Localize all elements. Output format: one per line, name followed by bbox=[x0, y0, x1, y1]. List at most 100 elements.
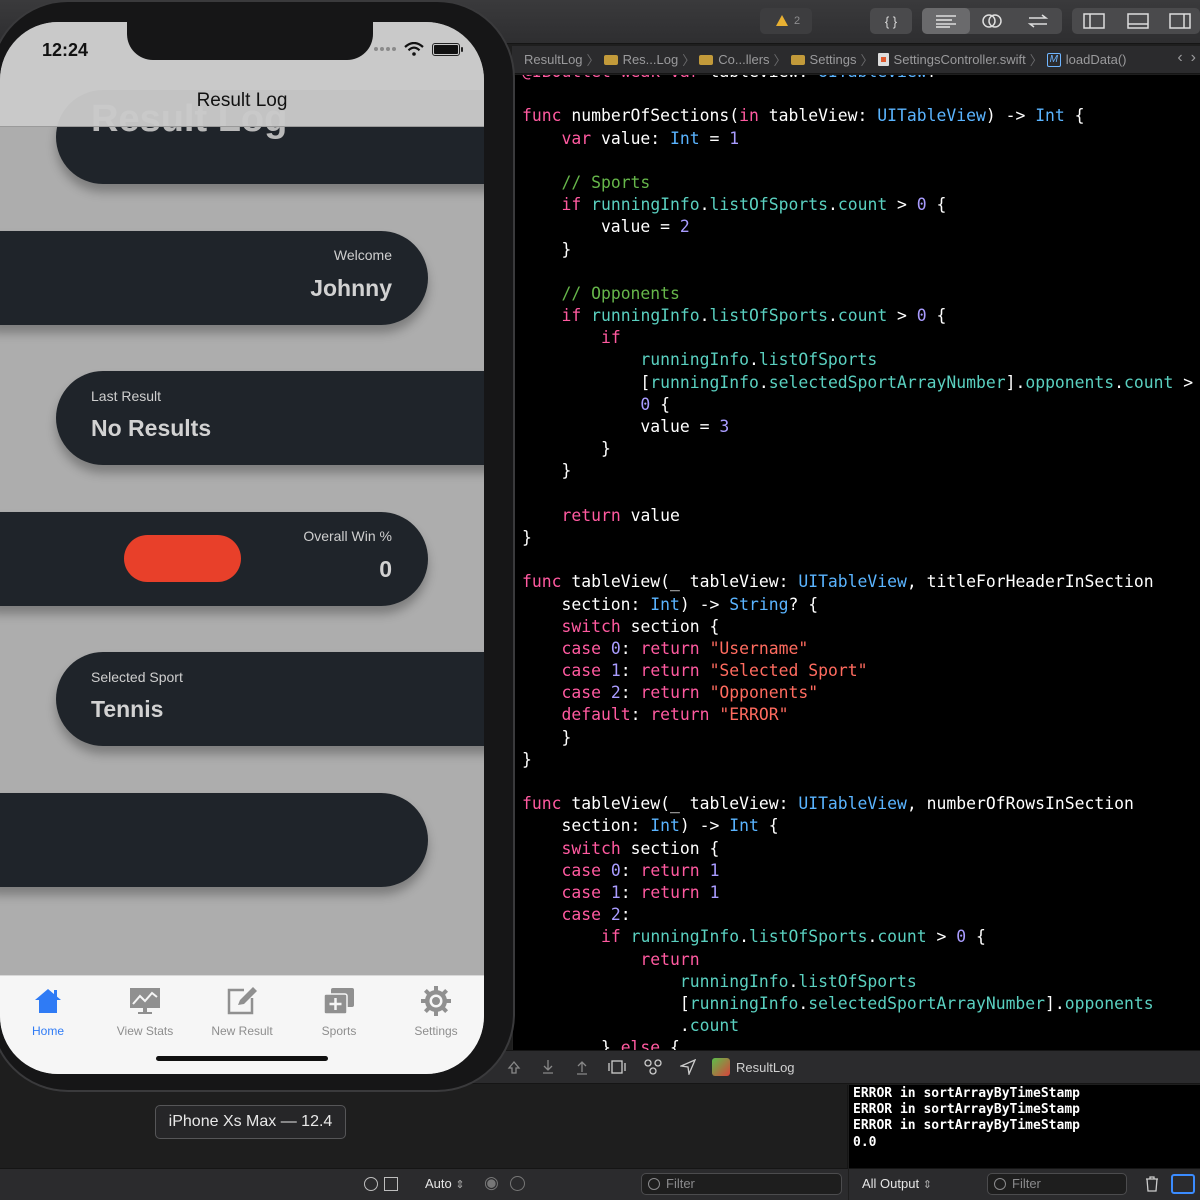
code-line[interactable]: } bbox=[522, 239, 1193, 261]
navigator-toggle-icon[interactable] bbox=[1072, 8, 1116, 34]
last-result-card[interactable]: Last Result No Results bbox=[56, 371, 484, 465]
code-line[interactable]: case 1: return 1 bbox=[522, 882, 1193, 904]
source-code[interactable]: @IBOutlet weak var tableView: UITableVie… bbox=[522, 75, 1193, 1050]
console-filter-input[interactable]: Filter bbox=[987, 1173, 1127, 1195]
chevron-right-icon[interactable]: › bbox=[1191, 49, 1196, 67]
view-debugger-icon[interactable] bbox=[608, 1059, 626, 1075]
sport-label: Selected Sport bbox=[91, 669, 183, 685]
code-line[interactable]: } bbox=[522, 438, 1193, 460]
jump-bar: ResultLog 〉 Res...Log 〉 Co...llers 〉 Set… bbox=[512, 46, 1200, 74]
code-line[interactable]: default: return "ERROR" bbox=[522, 704, 1193, 726]
tab-view-stats[interactable]: View Stats bbox=[97, 984, 193, 1038]
code-line[interactable] bbox=[522, 261, 1193, 283]
jump-bar-group-settings[interactable]: Settings bbox=[790, 52, 857, 67]
code-line[interactable]: [runningInfo.selectedSportArrayNumber].o… bbox=[522, 372, 1193, 394]
debug-target[interactable]: ResultLog bbox=[712, 1058, 795, 1076]
code-line[interactable]: func tableView(_ tableView: UITableView,… bbox=[522, 571, 1193, 593]
code-line[interactable] bbox=[522, 483, 1193, 505]
location-icon[interactable] bbox=[680, 1059, 696, 1075]
code-line[interactable]: if runningInfo.listOfSports.count > 0 { bbox=[522, 194, 1193, 216]
code-line[interactable]: var value: Int = 1 bbox=[522, 128, 1193, 150]
code-line[interactable] bbox=[522, 771, 1193, 793]
code-line[interactable]: if runningInfo.listOfSports.count > 0 { bbox=[522, 305, 1193, 327]
trash-icon[interactable] bbox=[1145, 1176, 1159, 1192]
chevron-left-icon[interactable]: ‹ bbox=[1177, 49, 1182, 67]
code-line[interactable] bbox=[522, 150, 1193, 172]
code-line[interactable] bbox=[522, 83, 1193, 105]
win-percentage-card[interactable]: Overall Win % 0 bbox=[0, 512, 428, 606]
code-line[interactable]: section: Int) -> Int { bbox=[522, 815, 1193, 837]
code-line[interactable]: func numberOfSections(in tableView: UITa… bbox=[522, 105, 1193, 127]
tab-sports[interactable]: Sports bbox=[291, 984, 387, 1038]
clock-icon[interactable] bbox=[364, 1177, 378, 1191]
code-line[interactable]: func tableView(_ tableView: UITableView,… bbox=[522, 793, 1193, 815]
step-into-icon[interactable] bbox=[540, 1059, 556, 1075]
eye-icon[interactable]: ◉ bbox=[484, 1173, 499, 1193]
library-button[interactable]: { } bbox=[870, 8, 912, 34]
jump-bar-label: Settings bbox=[809, 52, 857, 67]
code-line[interactable]: } bbox=[522, 749, 1193, 771]
code-line[interactable]: if bbox=[522, 327, 1193, 349]
empty-card[interactable] bbox=[0, 793, 428, 887]
editor-standard-icon[interactable] bbox=[922, 8, 970, 34]
code-line[interactable]: // Sports bbox=[522, 172, 1193, 194]
continue-icon[interactable] bbox=[506, 1059, 522, 1075]
variables-filter-input[interactable]: Filter bbox=[641, 1173, 842, 1195]
code-line[interactable]: } else { bbox=[522, 1037, 1193, 1050]
tab-home[interactable]: Home bbox=[0, 984, 96, 1038]
win-action-button[interactable] bbox=[124, 535, 241, 582]
jump-bar-project[interactable]: ResultLog bbox=[524, 52, 583, 67]
step-out-icon[interactable] bbox=[574, 1059, 590, 1075]
code-line[interactable]: switch section { bbox=[522, 616, 1193, 638]
code-line[interactable]: runningInfo.listOfSports bbox=[522, 971, 1193, 993]
jump-bar-file[interactable]: SettingsController.swift bbox=[877, 52, 1026, 67]
phone-screen: Result Log Welcome Johnny Last Result No… bbox=[0, 22, 484, 1074]
code-line[interactable]: if runningInfo.listOfSports.count > 0 { bbox=[522, 926, 1193, 948]
code-line[interactable]: case 2: return "Opponents" bbox=[522, 682, 1193, 704]
jump-bar-group-controllers[interactable]: Co...llers bbox=[699, 52, 770, 67]
code-line[interactable]: } bbox=[522, 460, 1193, 482]
code-line[interactable]: [runningInfo.selectedSportArrayNumber].o… bbox=[522, 993, 1193, 1015]
code-line[interactable]: @IBOutlet weak var tableView: UITableVie… bbox=[522, 75, 1193, 83]
code-line[interactable]: runningInfo.listOfSports bbox=[522, 349, 1193, 371]
welcome-card[interactable]: Welcome Johnny bbox=[0, 231, 428, 325]
jump-bar-group-reslog[interactable]: Res...Log bbox=[603, 52, 678, 67]
info-icon[interactable] bbox=[510, 1176, 525, 1191]
code-line[interactable]: section: Int) -> String? { bbox=[522, 594, 1193, 616]
code-line[interactable]: case 1: return "Selected Sport" bbox=[522, 660, 1193, 682]
variables-scope-label: Auto bbox=[425, 1176, 452, 1191]
output-scope-select[interactable]: All Output ⇕ bbox=[862, 1176, 932, 1191]
code-line[interactable]: return value bbox=[522, 505, 1193, 527]
memory-graph-icon[interactable] bbox=[644, 1059, 662, 1075]
warning-indicator[interactable]: 2 bbox=[760, 8, 812, 34]
code-line[interactable]: 0 { bbox=[522, 394, 1193, 416]
inspector-toggle-icon[interactable] bbox=[1160, 8, 1200, 34]
variables-footer: Auto ⇕ ◉ Filter bbox=[412, 1168, 848, 1200]
code-line[interactable]: case 2: bbox=[522, 904, 1193, 926]
code-line[interactable]: } bbox=[522, 527, 1193, 549]
code-line[interactable]: // Opponents bbox=[522, 283, 1193, 305]
split-view-icon[interactable] bbox=[1171, 1174, 1195, 1194]
code-line[interactable]: switch section { bbox=[522, 838, 1193, 860]
tab-new-result[interactable]: New Result bbox=[194, 984, 290, 1038]
code-line[interactable]: case 0: return 1 bbox=[522, 860, 1193, 882]
device-label[interactable]: iPhone Xs Max — 12.4 bbox=[155, 1105, 346, 1139]
code-line[interactable]: } bbox=[522, 727, 1193, 749]
jump-bar-method[interactable]: M loadData() bbox=[1046, 52, 1127, 67]
code-line[interactable] bbox=[522, 549, 1193, 571]
editor-version-icon[interactable] bbox=[1014, 8, 1062, 34]
code-line[interactable]: .count bbox=[522, 1015, 1193, 1037]
box-icon[interactable] bbox=[384, 1177, 398, 1191]
code-line[interactable]: case 0: return "Username" bbox=[522, 638, 1193, 660]
house-icon bbox=[31, 984, 65, 1018]
console-footer: All Output ⇕ Filter bbox=[849, 1168, 1200, 1200]
variables-scope-select[interactable]: Auto ⇕ bbox=[425, 1176, 465, 1191]
debug-area-toggle-icon[interactable] bbox=[1116, 8, 1160, 34]
source-editor[interactable]: @IBOutlet weak var tableView: UITableVie… bbox=[512, 75, 1200, 1050]
editor-assistant-icon[interactable] bbox=[970, 8, 1014, 34]
code-line[interactable]: return bbox=[522, 949, 1193, 971]
tab-settings[interactable]: Settings bbox=[388, 984, 484, 1038]
selected-sport-card[interactable]: Selected Sport Tennis bbox=[56, 652, 484, 746]
code-line[interactable]: value = 2 bbox=[522, 216, 1193, 238]
code-line[interactable]: value = 3 bbox=[522, 416, 1193, 438]
